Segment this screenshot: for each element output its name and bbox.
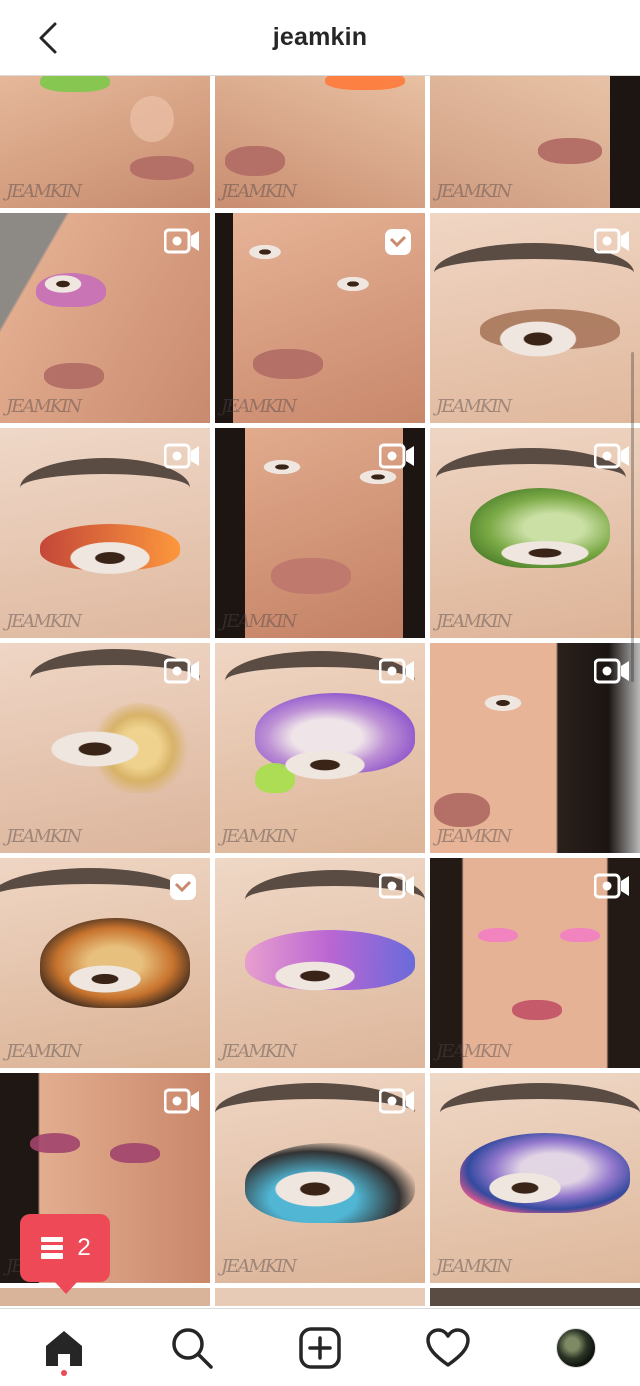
post-tile[interactable] — [215, 1288, 425, 1306]
post-tile[interactable]: JEAMKIN — [430, 1073, 640, 1283]
post-tile[interactable]: JEAMKIN — [215, 858, 425, 1068]
watermark: JEAMKIN — [221, 396, 297, 417]
chevron-left-icon — [39, 22, 57, 54]
video-icon — [164, 658, 199, 684]
nav-search[interactable] — [160, 1316, 224, 1380]
top-bar: jeamkin — [0, 0, 640, 76]
post-tile[interactable]: JEAMKIN — [215, 1073, 425, 1283]
watermark: JEAMKIN — [6, 611, 82, 632]
heart-icon — [426, 1327, 470, 1367]
post-tile[interactable]: JEAMKIN — [430, 428, 640, 638]
watermark: JEAMKIN — [221, 611, 297, 632]
igtv-icon — [170, 874, 196, 900]
search-icon — [172, 1327, 213, 1369]
video-icon — [379, 443, 414, 469]
post-tile[interactable]: JEAMKIN — [0, 428, 210, 638]
video-icon — [164, 443, 199, 469]
post-tile[interactable]: JEAMKIN — [430, 76, 640, 208]
post-tile[interactable]: JEAMKIN — [0, 643, 210, 853]
post-tile[interactable]: JEAMKIN — [0, 213, 210, 423]
watermark: JEAMKIN — [436, 181, 512, 202]
watermark: JEAMKIN — [436, 1256, 512, 1277]
post-tile[interactable]: JEAMKIN — [215, 213, 425, 423]
scrollbar[interactable] — [631, 352, 634, 682]
watermark: JEAMKIN — [436, 611, 512, 632]
post-tile[interactable]: JEAMKIN — [430, 858, 640, 1068]
nav-activity[interactable] — [416, 1316, 480, 1380]
watermark: JEAMKIN — [6, 826, 82, 847]
video-icon — [594, 658, 629, 684]
post-grid: JEAMKIN JEAMKIN JEAMKIN JEAMKIN JEAMKIN — [0, 76, 640, 1306]
watermark: JEAMKIN — [221, 1041, 297, 1062]
post-tile[interactable]: JEAMKIN — [215, 428, 425, 638]
post-tile[interactable]: JEAMKIN — [0, 858, 210, 1068]
bottom-navigation — [0, 1308, 640, 1386]
activity-notification-bubble[interactable]: 2 — [20, 1214, 110, 1294]
avatar — [556, 1327, 596, 1368]
home-active-dot — [61, 1369, 67, 1376]
watermark: JEAMKIN — [221, 1256, 297, 1277]
home-icon — [46, 1330, 82, 1366]
post-tile[interactable]: JEAMKIN — [215, 643, 425, 853]
nav-profile[interactable] — [544, 1316, 608, 1380]
post-tile[interactable]: JEAMKIN — [430, 213, 640, 423]
watermark: JEAMKIN — [436, 1041, 512, 1062]
video-icon — [379, 873, 414, 899]
igtv-icon — [385, 229, 411, 255]
watermark: JEAMKIN — [436, 826, 512, 847]
watermark: JEAMKIN — [221, 826, 297, 847]
notification-count: 2 — [77, 1234, 91, 1261]
watermark: JEAMKIN — [6, 396, 82, 417]
video-icon — [594, 228, 629, 254]
video-icon — [164, 1088, 199, 1114]
back-button[interactable] — [28, 16, 68, 60]
watermark: JEAMKIN — [436, 396, 512, 417]
video-icon — [594, 443, 629, 469]
plus-square-icon — [299, 1326, 341, 1369]
post-tile[interactable]: JEAMKIN — [215, 76, 425, 208]
video-icon — [379, 1088, 414, 1114]
post-tile[interactable]: JEAMKIN — [430, 643, 640, 853]
post-tile[interactable] — [0, 1288, 210, 1306]
watermark: JEAMKIN — [221, 181, 297, 202]
watermark: JEAMKIN — [6, 181, 82, 202]
video-icon — [594, 873, 629, 899]
nav-new-post[interactable] — [288, 1316, 352, 1380]
profile-grid-screen: jeamkin JEAMKIN JEAMKIN JEAMKIN JEAMKIN — [0, 0, 640, 1386]
page-title: jeamkin — [272, 23, 368, 51]
watermark: JEAMKIN — [6, 1041, 82, 1062]
post-tile[interactable] — [430, 1288, 640, 1306]
nav-home[interactable] — [32, 1316, 96, 1380]
comment-stack-icon — [41, 1237, 64, 1259]
video-icon — [164, 228, 199, 254]
post-tile[interactable]: JEAMKIN — [0, 76, 210, 208]
video-icon — [379, 658, 414, 684]
